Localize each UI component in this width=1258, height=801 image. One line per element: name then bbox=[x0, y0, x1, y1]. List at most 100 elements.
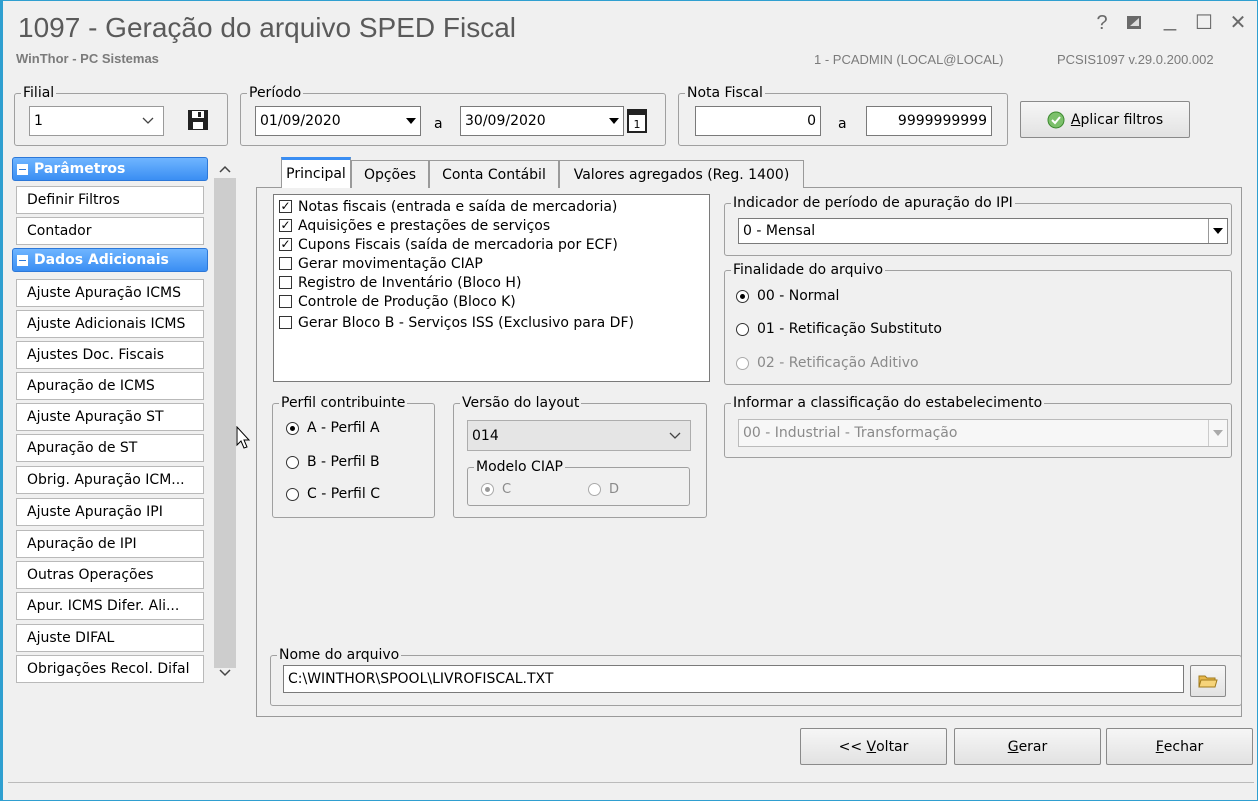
radio-label: D bbox=[609, 482, 620, 497]
filial-select[interactable]: 1 bbox=[29, 106, 164, 136]
checkbox-icon[interactable] bbox=[279, 276, 292, 289]
scroll-up-icon[interactable] bbox=[218, 162, 232, 176]
scrollbar-thumb[interactable] bbox=[214, 178, 236, 668]
option-label: Controle de Produção (Bloco K) bbox=[298, 293, 516, 310]
dropdown-arrow-icon[interactable] bbox=[605, 107, 623, 135]
program-info: PCSIS1097 v.29.0.200.002 bbox=[1057, 52, 1214, 67]
arquivo-path-field[interactable]: C:\WINTHOR\SPOOL\LIVROFISCAL.TXT bbox=[283, 665, 1184, 693]
radio-perfil-a[interactable]: A - Perfil A bbox=[286, 420, 380, 436]
radio-label: B - Perfil B bbox=[307, 454, 380, 470]
close-button[interactable]: ✕ bbox=[1226, 10, 1250, 35]
checkbox-checked-icon[interactable]: ✓ bbox=[279, 219, 292, 232]
versao-select[interactable]: 014 bbox=[467, 420, 691, 451]
date-end-field[interactable]: 30/09/2020 bbox=[460, 106, 624, 136]
option-bloco-b[interactable]: Gerar Bloco B - Serviços ISS (Exclusivo … bbox=[279, 313, 634, 332]
restore-icon[interactable] bbox=[1126, 15, 1144, 31]
sidebar-item[interactable]: Apuração de ICMS bbox=[16, 372, 204, 400]
sidebar-scrollbar[interactable] bbox=[214, 156, 236, 686]
help-button[interactable]: ? bbox=[1090, 12, 1114, 35]
option-bloco-k[interactable]: Controle de Produção (Bloco K) bbox=[279, 292, 516, 311]
close-label: echar bbox=[1163, 738, 1204, 755]
sidebar-item[interactable]: Ajuste DIFAL bbox=[16, 624, 204, 652]
tab-label: Conta Contábil bbox=[442, 166, 546, 183]
arquivo-path-value: C:\WINTHOR\SPOOL\LIVROFISCAL.TXT bbox=[288, 671, 554, 687]
sidebar-item-label: Ajustes Doc. Fiscais bbox=[27, 347, 165, 363]
checkbox-checked-icon[interactable]: ✓ bbox=[279, 238, 292, 251]
option-ciap[interactable]: Gerar movimentação CIAP bbox=[279, 254, 483, 273]
back-button[interactable]: << Voltar bbox=[800, 728, 947, 765]
sidebar-item-contador[interactable]: Contador bbox=[16, 217, 204, 245]
radio-selected-icon[interactable] bbox=[736, 289, 749, 303]
nota-start-value: 0 bbox=[807, 113, 816, 129]
sidebar-item[interactable]: Apuração de ST bbox=[16, 434, 204, 462]
close-dialog-button[interactable]: Fechar bbox=[1106, 728, 1253, 765]
sidebar-item[interactable]: Apuração de IPI bbox=[16, 530, 204, 558]
option-aquisicoes[interactable]: ✓ Aquisições e prestações de serviços bbox=[279, 216, 550, 235]
sidebar-item[interactable]: Apur. ICMS Difer. Ali... bbox=[16, 592, 204, 620]
scroll-down-icon[interactable] bbox=[218, 666, 232, 680]
apply-filters-label: plicar filtros bbox=[1080, 111, 1164, 128]
ipi-value: 0 - Mensal bbox=[743, 223, 816, 239]
sidebar-item-label: Ajuste DIFAL bbox=[27, 630, 115, 646]
radio-retificacao-substituto[interactable]: 01 - Retificação Substituto bbox=[736, 321, 942, 337]
tab-conta-contabil[interactable]: Conta Contábil bbox=[429, 160, 559, 188]
dropdown-arrow-icon[interactable] bbox=[1208, 219, 1227, 243]
section-dados-adicionais-label: Dados Adicionais bbox=[34, 252, 169, 268]
radio-label: 02 - Retificação Aditivo bbox=[757, 355, 919, 371]
radio-perfil-b[interactable]: B - Perfil B bbox=[286, 454, 380, 470]
sidebar-item[interactable]: Ajuste Apuração ICMS bbox=[16, 279, 204, 307]
collapse-icon[interactable] bbox=[17, 254, 28, 266]
generate-button[interactable]: Gerar bbox=[954, 728, 1101, 765]
radio-icon[interactable] bbox=[736, 322, 749, 336]
option-notas-fiscais[interactable]: ✓ Notas fiscais (entrada e saída de merca… bbox=[279, 197, 617, 216]
dropdown-arrow-icon[interactable] bbox=[402, 107, 420, 135]
sidebar-item[interactable]: Ajuste Apuração IPI bbox=[16, 498, 204, 526]
checkbox-icon[interactable] bbox=[279, 257, 292, 270]
sidebar-item[interactable]: Ajuste Apuração ST bbox=[16, 403, 204, 431]
versao-legend: Versão do layout bbox=[462, 395, 580, 411]
option-label: Gerar movimentação CIAP bbox=[298, 255, 483, 272]
radio-selected-icon[interactable] bbox=[286, 421, 299, 435]
sidebar-item-definir-filtros[interactable]: Definir Filtros bbox=[16, 186, 204, 214]
maximize-button[interactable]: ☐ bbox=[1192, 10, 1216, 35]
nota-fiscal-legend: Nota Fiscal bbox=[687, 85, 763, 101]
dropdown-arrow-icon bbox=[1208, 420, 1227, 446]
collapse-icon[interactable] bbox=[17, 163, 28, 175]
classificacao-legend: Informar a classificação do estabelecime… bbox=[733, 395, 1043, 411]
nota-start-field[interactable]: 0 bbox=[695, 106, 821, 136]
status-bar bbox=[8, 782, 1254, 801]
tab-valores-agregados[interactable]: Valores agregados (Reg. 1400) bbox=[559, 160, 804, 188]
radio-icon[interactable] bbox=[286, 487, 299, 501]
arquivo-legend: Nome do arquivo bbox=[279, 647, 400, 663]
radio-ciap-c: C bbox=[481, 482, 511, 497]
versao-value: 014 bbox=[472, 427, 499, 444]
radio-normal[interactable]: 00 - Normal bbox=[736, 288, 839, 304]
sidebar-item[interactable]: Obrigações Recol. Difal bbox=[16, 655, 204, 683]
section-dados-adicionais[interactable]: Dados Adicionais bbox=[12, 248, 208, 272]
save-icon[interactable] bbox=[186, 108, 210, 132]
radio-icon bbox=[736, 356, 749, 370]
sidebar-item[interactable]: Ajuste Adicionais ICMS bbox=[16, 310, 204, 338]
sidebar-item[interactable]: Outras Operações bbox=[16, 561, 204, 589]
minimize-button[interactable]: _ bbox=[1158, 6, 1182, 32]
option-bloco-h[interactable]: Registro de Inventário (Bloco H) bbox=[279, 273, 521, 292]
tab-principal[interactable]: Principal bbox=[281, 157, 351, 188]
section-parametros[interactable]: Parâmetros bbox=[12, 157, 208, 181]
tab-opcoes[interactable]: Opções bbox=[351, 160, 429, 188]
browse-folder-button[interactable] bbox=[1190, 665, 1226, 697]
sidebar-item[interactable]: Obrig. Apuração ICM... bbox=[16, 466, 204, 494]
radio-label: A - Perfil A bbox=[307, 420, 380, 436]
ipi-select[interactable]: 0 - Mensal bbox=[738, 218, 1228, 244]
option-label: Notas fiscais (entrada e saída de mercad… bbox=[298, 198, 618, 215]
checkbox-icon[interactable] bbox=[279, 295, 292, 308]
checkbox-icon[interactable] bbox=[279, 316, 292, 329]
sidebar-item[interactable]: Ajustes Doc. Fiscais bbox=[16, 341, 204, 369]
radio-icon[interactable] bbox=[286, 455, 299, 469]
radio-perfil-c[interactable]: C - Perfil C bbox=[286, 486, 380, 502]
date-start-field[interactable]: 01/09/2020 bbox=[255, 106, 421, 136]
apply-filters-button[interactable]: Aplicar filtros bbox=[1020, 101, 1190, 138]
option-cupons-fiscais[interactable]: ✓ Cupons Fiscais (saída de mercadoria por… bbox=[279, 235, 618, 254]
checkbox-checked-icon[interactable]: ✓ bbox=[279, 200, 292, 213]
nota-end-field[interactable]: 9999999999 bbox=[866, 106, 992, 136]
calendar-icon[interactable]: 1 bbox=[625, 108, 649, 134]
